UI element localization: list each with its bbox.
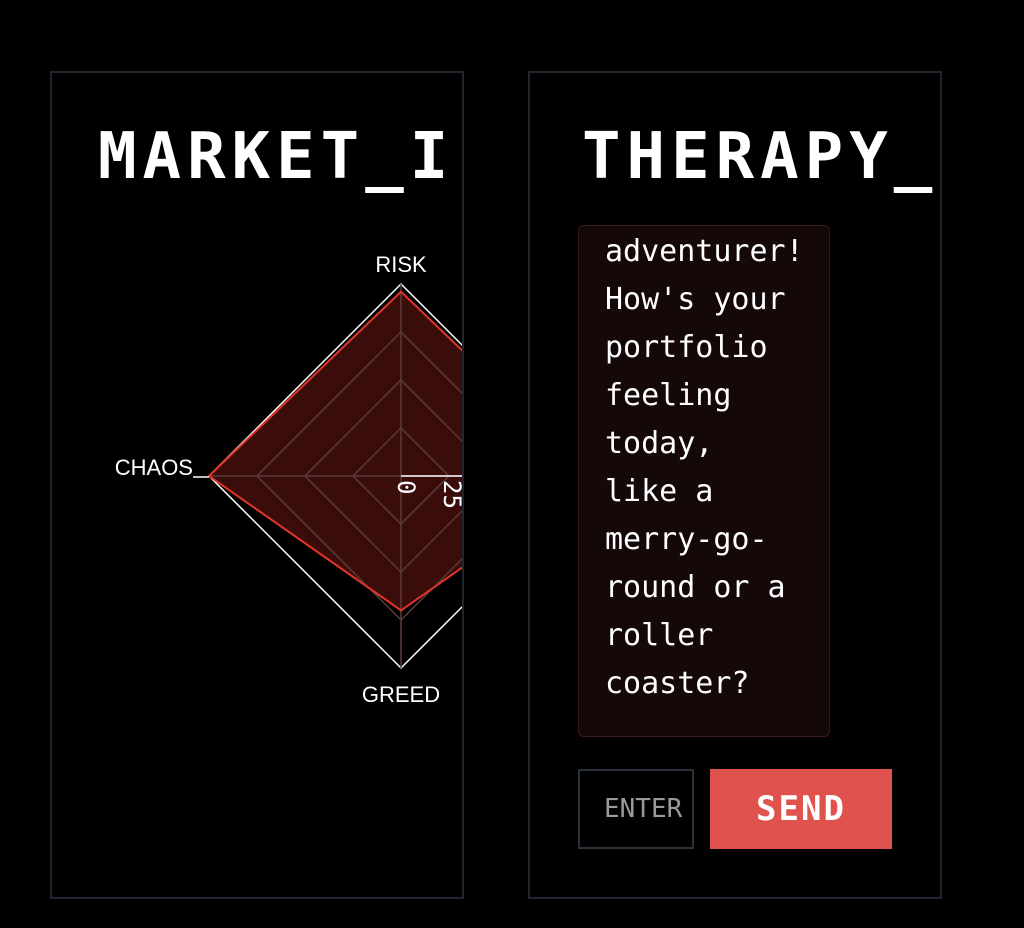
radar-axis-label-risk: RISK [375,252,427,277]
radar-axis-label-chaos: CHAOS [115,455,193,480]
market-panel: MARKET_I 0 25 RISK GREED CHAOS [50,71,464,899]
radar-axis-label-greed: GREED [362,682,440,707]
radar-tick-label: 25 [438,480,462,509]
send-button[interactable]: SEND [710,769,892,849]
radar-chart: 0 25 RISK GREED CHAOS [115,252,462,707]
radar-tick-label: 0 [392,480,420,494]
chat-message-bubble: adventurer! How's your portfolio feeling… [578,225,830,737]
therapy-panel: THERAPY_ adventurer! How's your portfoli… [528,71,942,899]
chat-input[interactable] [578,769,694,849]
chat-message-text: adventurer! How's your portfolio feeling… [605,234,804,701]
therapy-panel-title: THERAPY_ [582,120,939,194]
